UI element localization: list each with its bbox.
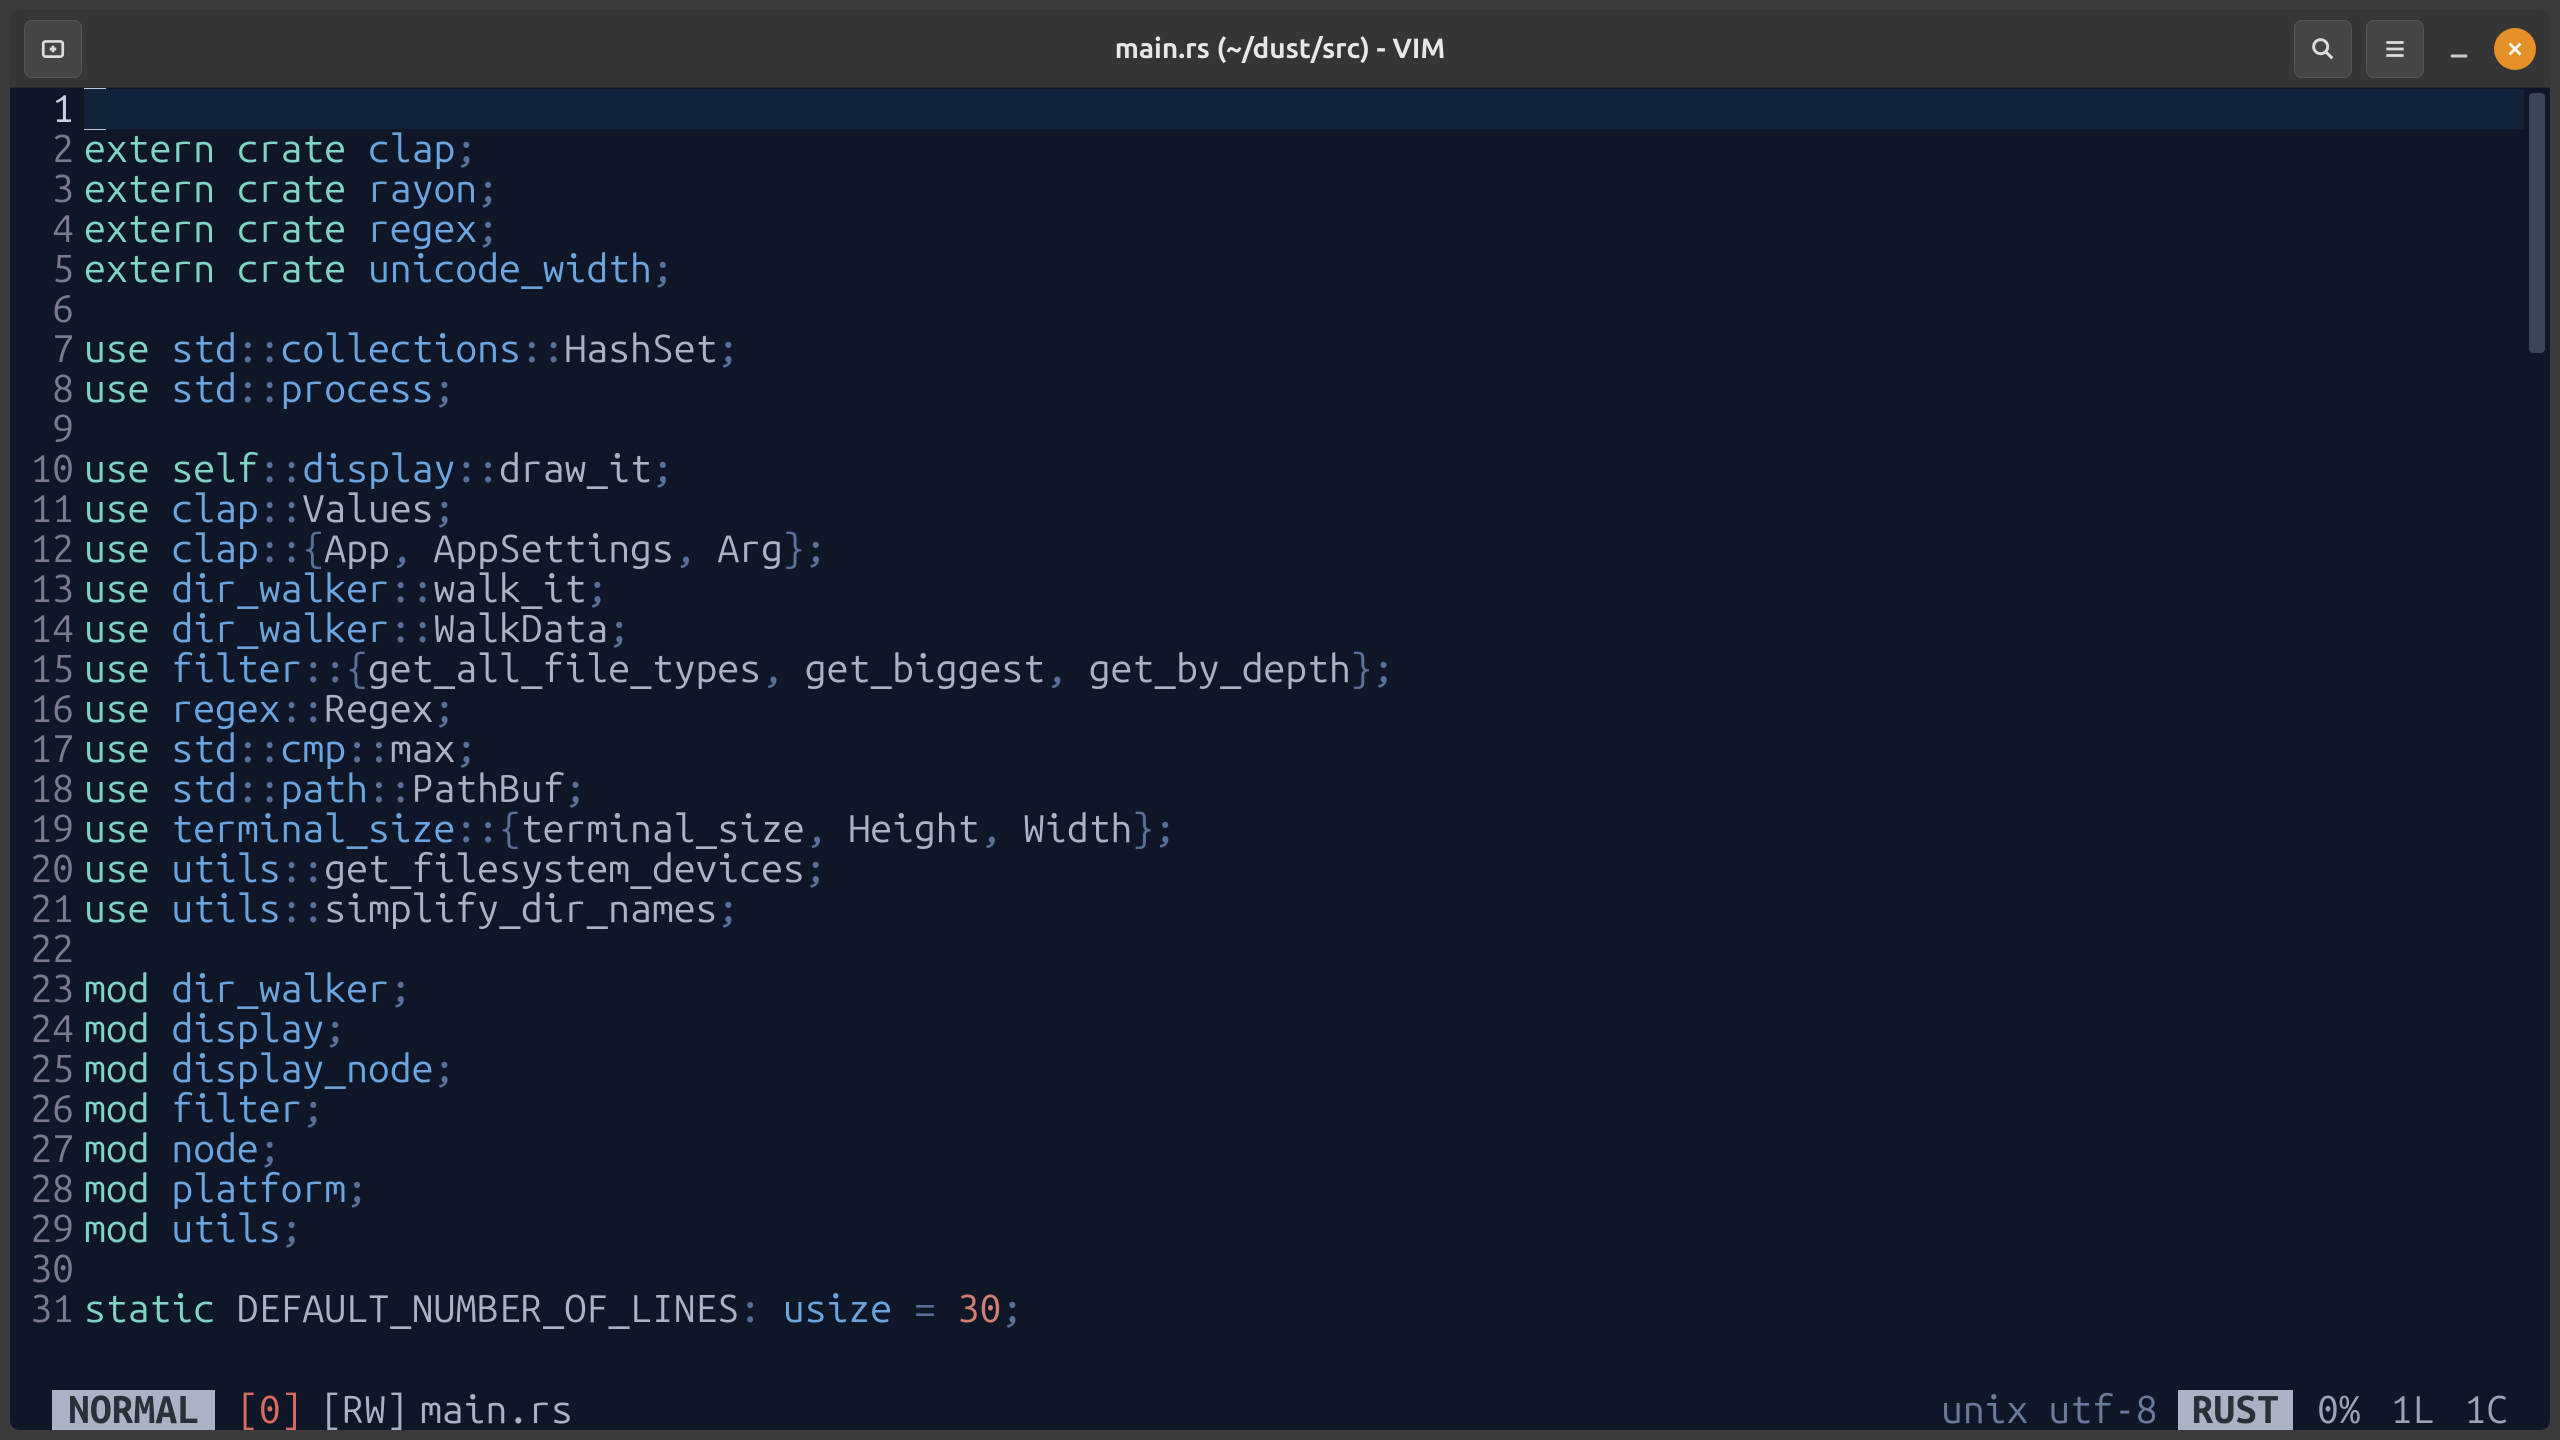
line-number: 13 <box>10 569 74 609</box>
line-number: 19 <box>10 809 74 849</box>
window-title: main.rs (~/dust/src) - VIM <box>10 33 2550 64</box>
line-number: 10 <box>10 449 74 489</box>
code-line[interactable]: use utils::simplify_dir_names; <box>84 889 2524 929</box>
line-number: 8 <box>10 369 74 409</box>
line-number: 6 <box>10 289 74 329</box>
line-number: 4 <box>10 209 74 249</box>
line-number: 20 <box>10 849 74 889</box>
line-number: 27 <box>10 1129 74 1169</box>
code-line[interactable]: use utils::get_filesystem_devices; <box>84 849 2524 889</box>
line-number: 28 <box>10 1169 74 1209</box>
line-number: 24 <box>10 1009 74 1049</box>
code-line[interactable]: use clap::Values; <box>84 489 2524 529</box>
code-line[interactable] <box>84 409 2524 449</box>
line-number: 2 <box>10 129 74 169</box>
line-number: 15 <box>10 649 74 689</box>
line-number: 14 <box>10 609 74 649</box>
code-line[interactable]: use dir_walker::WalkData; <box>84 609 2524 649</box>
readwrite-flag: [RW] <box>321 1390 408 1430</box>
code-lines[interactable]: #[macro_use]extern crate clap;extern cra… <box>84 89 2524 1390</box>
menu-button[interactable] <box>2366 20 2424 78</box>
code-line[interactable]: mod filter; <box>84 1089 2524 1129</box>
code-area[interactable]: 1234567891011121314151617181920212223242… <box>10 88 2550 1390</box>
line-number: 9 <box>10 409 74 449</box>
line-number: 29 <box>10 1209 74 1249</box>
filename-label: main.rs <box>420 1390 573 1430</box>
editor-pane[interactable]: 1234567891011121314151617181920212223242… <box>10 88 2550 1430</box>
line-number: 11 <box>10 489 74 529</box>
code-line[interactable]: mod node; <box>84 1129 2524 1169</box>
line-number: 25 <box>10 1049 74 1089</box>
code-line[interactable]: use terminal_size::{terminal_size, Heigh… <box>84 809 2524 849</box>
line-number: 18 <box>10 769 74 809</box>
code-line[interactable]: mod display_node; <box>84 1049 2524 1089</box>
line-number-gutter: 1234567891011121314151617181920212223242… <box>10 89 84 1390</box>
line-number: 5 <box>10 249 74 289</box>
titlebar: main.rs (~/dust/src) - VIM <box>10 10 2550 88</box>
code-line[interactable]: extern crate regex; <box>84 209 2524 249</box>
search-button[interactable] <box>2294 20 2352 78</box>
col-indicator: 1C <box>2464 1390 2508 1430</box>
code-line[interactable]: use dir_walker::walk_it; <box>84 569 2524 609</box>
status-bar: NORMAL [0] [RW] main.rs unix utf-8 RUST … <box>10 1390 2550 1430</box>
line-number: 17 <box>10 729 74 769</box>
line-number: 21 <box>10 889 74 929</box>
vim-window: main.rs (~/dust/src) - VIM <box>10 10 2550 1430</box>
encoding-label: utf-8 <box>2048 1390 2157 1430</box>
changes-indicator: [0] <box>237 1390 303 1430</box>
line-number: 12 <box>10 529 74 569</box>
code-line[interactable]: use std::cmp::max; <box>84 729 2524 769</box>
code-line[interactable]: use self::display::draw_it; <box>84 449 2524 489</box>
code-line[interactable] <box>84 1249 2524 1289</box>
line-number: 1 <box>10 89 74 129</box>
code-line[interactable]: use std::process; <box>84 369 2524 409</box>
scrollbar-thumb[interactable] <box>2529 93 2545 353</box>
language-indicator: RUST <box>2178 1390 2293 1430</box>
mode-indicator: NORMAL <box>52 1390 215 1430</box>
code-line[interactable]: mod utils; <box>84 1209 2524 1249</box>
percent-indicator: 0% <box>2317 1390 2361 1430</box>
line-number: 7 <box>10 329 74 369</box>
line-number: 22 <box>10 929 74 969</box>
code-line[interactable]: extern crate unicode_width; <box>84 249 2524 289</box>
line-number: 26 <box>10 1089 74 1129</box>
code-line[interactable]: mod dir_walker; <box>84 969 2524 1009</box>
code-line[interactable]: use regex::Regex; <box>84 689 2524 729</box>
code-line[interactable]: use clap::{App, AppSettings, Arg}; <box>84 529 2524 569</box>
code-line[interactable] <box>84 929 2524 969</box>
line-number: 16 <box>10 689 74 729</box>
code-line[interactable]: static DEFAULT_NUMBER_OF_LINES: usize = … <box>84 1289 2524 1329</box>
minimize-button[interactable] <box>2438 28 2480 70</box>
vertical-scrollbar[interactable] <box>2524 89 2550 1390</box>
code-line[interactable] <box>84 289 2524 329</box>
close-button[interactable] <box>2494 28 2536 70</box>
line-indicator: 1L <box>2391 1390 2435 1430</box>
code-line[interactable]: mod platform; <box>84 1169 2524 1209</box>
line-number: 3 <box>10 169 74 209</box>
line-number: 23 <box>10 969 74 1009</box>
code-line[interactable]: extern crate rayon; <box>84 169 2524 209</box>
line-number: 31 <box>10 1289 74 1329</box>
cursor-line-highlight <box>84 89 2524 129</box>
code-line[interactable]: extern crate clap; <box>84 129 2524 169</box>
code-line[interactable]: mod display; <box>84 1009 2524 1049</box>
code-line[interactable]: use std::path::PathBuf; <box>84 769 2524 809</box>
code-line[interactable]: use std::collections::HashSet; <box>84 329 2524 369</box>
code-line[interactable]: use filter::{get_all_file_types, get_big… <box>84 649 2524 689</box>
fileformat-label: unix <box>1941 1390 2028 1430</box>
new-tab-button[interactable] <box>24 20 82 78</box>
line-number: 30 <box>10 1249 74 1289</box>
